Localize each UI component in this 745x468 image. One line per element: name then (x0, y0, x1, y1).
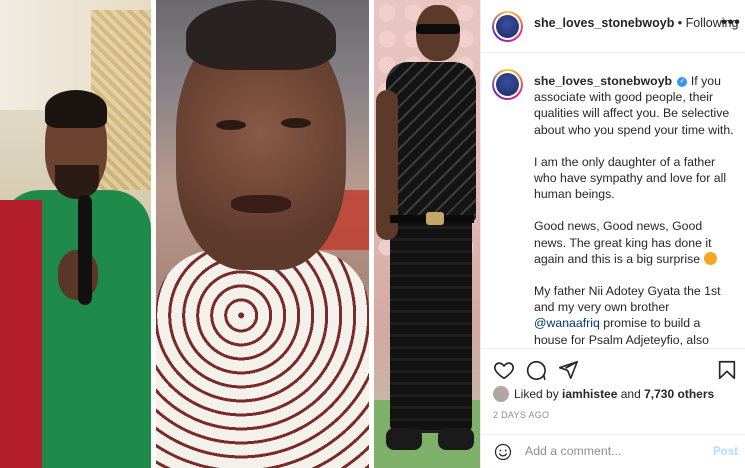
likes-joiner: and (620, 387, 641, 401)
caption-paragraph-4: My father Nii Adotey Gyata the 1st and m… (534, 284, 721, 315)
caption-paragraph-3: Good news, Good news, Good news. The gre… (534, 219, 712, 266)
mention-link[interactable]: @wanaafriq (534, 316, 600, 330)
caption-username[interactable]: she_loves_stonebwoyb (534, 74, 672, 88)
likes-prefix: Liked by (514, 387, 559, 401)
photo-man-in-black-outfit (374, 0, 480, 468)
comment-bar: Post (481, 434, 745, 468)
liker-avatar (493, 386, 509, 402)
likes-count[interactable]: 7,730 others (644, 387, 714, 401)
profile-avatar[interactable] (492, 11, 523, 42)
header-user-line: she_loves_stonebwoyb • Following (534, 16, 738, 30)
emoji-smile-icon[interactable] (494, 443, 512, 461)
post-comment-button[interactable]: Post (713, 446, 738, 458)
bookmark-icon[interactable] (716, 359, 738, 381)
heart-icon[interactable] (493, 359, 515, 381)
post-header: she_loves_stonebwoyb • Following ••• (481, 0, 745, 53)
comment-input[interactable] (525, 444, 695, 458)
share-icon[interactable] (557, 359, 579, 381)
photo-elderly-man-portrait (156, 0, 369, 468)
photo-pastor-with-microphone (0, 0, 151, 468)
action-bar (481, 348, 745, 388)
comment-icon[interactable] (525, 359, 547, 381)
caption-paragraph-2: I am the only daughter of a father who h… (534, 154, 727, 202)
post-media[interactable] (0, 0, 480, 468)
header-separator: • (674, 16, 686, 30)
verified-badge-icon: ✓ (677, 76, 688, 87)
more-options-icon[interactable]: ••• (721, 14, 741, 32)
liker-username[interactable]: iamhistee (562, 387, 617, 401)
post-timestamp[interactable]: 2 DAYS AGO (493, 410, 549, 420)
caption-avatar[interactable] (492, 69, 523, 100)
likes-summary[interactable]: Liked by iamhistee and 7,730 others (493, 386, 714, 402)
post-side-panel: she_loves_stonebwoyb • Following ••• she… (480, 0, 745, 468)
caption-area[interactable]: she_loves_stonebwoyb ✓ If you associate … (481, 54, 745, 348)
header-username[interactable]: she_loves_stonebwoyb (534, 16, 674, 30)
emoji-icon (703, 251, 717, 265)
caption-text: she_loves_stonebwoyb ✓ If you associate … (534, 73, 736, 348)
